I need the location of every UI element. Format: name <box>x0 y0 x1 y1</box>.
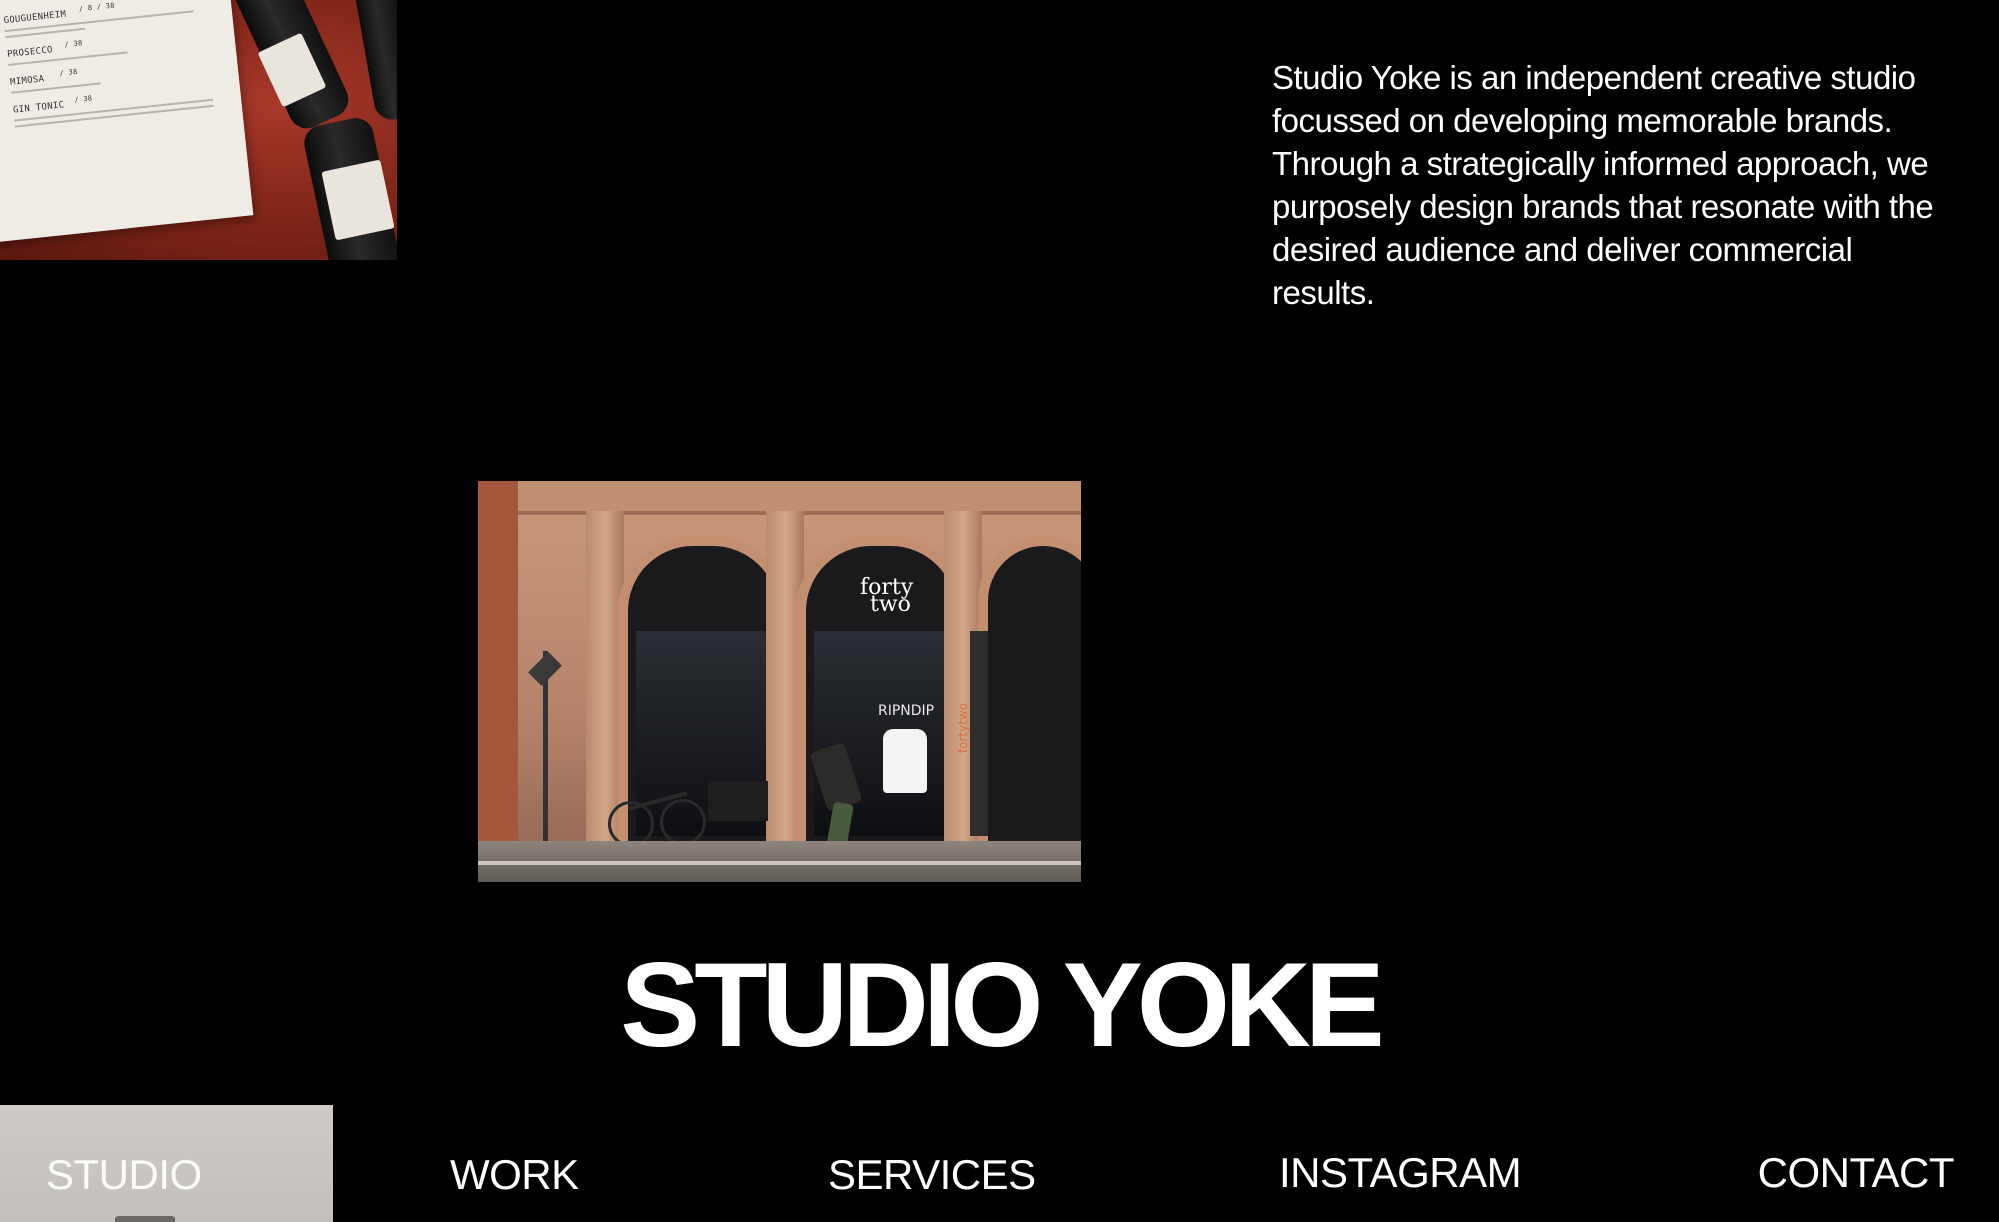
studio-yoke-wordmark: STUDIO YOKE <box>620 938 1385 1072</box>
nav-services[interactable]: SERVICES <box>828 1152 1036 1198</box>
shop-sign-two: two <box>870 592 911 617</box>
arched-window <box>978 536 1081 856</box>
menu-item-name: MIMOSA <box>9 74 45 88</box>
menu-item-price: / 38 <box>59 67 78 78</box>
menu-item-name: PROSECCO <box>6 45 54 60</box>
menu-card: GOUGUENHEIM / 8 / 38 PROSECCO / 38 MIMOS… <box>0 0 254 244</box>
side-panel-text: fortytwo <box>956 702 971 754</box>
cat-poster <box>883 729 927 793</box>
cornice <box>518 481 1081 515</box>
menu-card-photo: GOUGUENHEIM / 8 / 38 PROSECCO / 38 MIMOS… <box>0 0 397 260</box>
menu-item-price: / 38 <box>73 94 93 105</box>
nav-studio[interactable]: STUDIO <box>46 1152 202 1198</box>
intro-paragraph: Studio Yoke is an independent creative s… <box>1272 59 1934 311</box>
curb <box>478 861 1081 865</box>
bottom-nav: STUDIO WORK SERVICES INSTAGRAM CONTACT <box>0 1140 1999 1210</box>
nav-instagram[interactable]: INSTAGRAM <box>1279 1150 1522 1196</box>
side-panel <box>970 631 988 836</box>
nav-contact[interactable]: CONTACT <box>1758 1150 1955 1196</box>
nav-work[interactable]: WORK <box>450 1152 579 1198</box>
menu-item-name: GIN TONIC <box>12 100 65 116</box>
menu-item-price: / 8 / 38 <box>78 1 116 14</box>
highlight-detail <box>115 1216 175 1222</box>
delivery-crate <box>708 781 768 821</box>
storefront-photo: fortytwo forty two RIPNDIP <box>478 481 1081 882</box>
bicycle-wheel <box>660 799 706 845</box>
menu-item-price: / 38 <box>64 39 83 49</box>
window-lettering: RIPNDIP <box>878 703 935 719</box>
